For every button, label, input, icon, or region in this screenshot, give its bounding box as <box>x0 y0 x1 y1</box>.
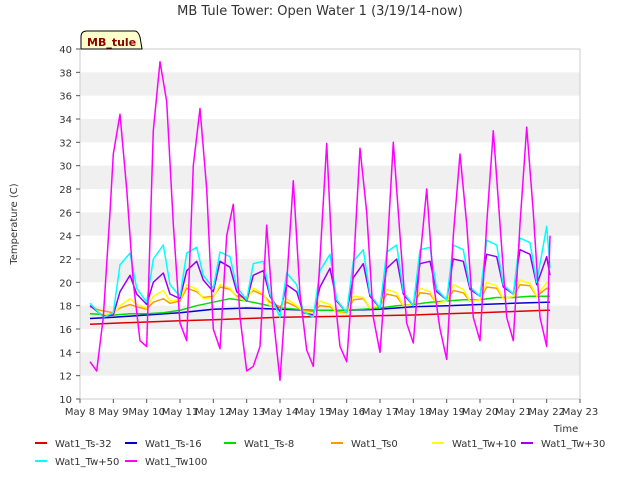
x-tick-label: May 8 <box>65 407 95 418</box>
legend-label: Wat1_Ts-8 <box>244 439 294 450</box>
y-tick-label: 40 <box>59 45 72 56</box>
y-tick-label: 30 <box>59 162 72 173</box>
x-tick-label: May 20 <box>462 407 499 418</box>
site-label: MB_tule <box>87 36 136 49</box>
legend-label: Wat1_Tw+30 <box>541 439 605 450</box>
legend-label: Wat1_Ts-16 <box>145 439 202 450</box>
y-tick-label: 16 <box>59 325 72 336</box>
x-axis-label: Time <box>553 424 578 435</box>
y-tick-label: 34 <box>59 115 72 126</box>
grid-band <box>80 72 580 96</box>
legend-label: Wat1_Ts0 <box>351 439 398 450</box>
site-label-box: MB_tule <box>80 30 143 50</box>
x-tick-label: May 18 <box>395 407 432 418</box>
x-tick-label: May 12 <box>195 407 232 418</box>
grid-band <box>80 305 580 329</box>
x-tick-label: May 11 <box>162 407 199 418</box>
y-tick-label: 38 <box>59 68 72 79</box>
y-tick-label: 22 <box>59 255 72 266</box>
y-tick-label: 26 <box>59 208 72 219</box>
x-tick-label: May 15 <box>295 407 332 418</box>
legend-label: Wat1_Ts-32 <box>55 439 112 450</box>
chart-title: MB Tule Tower: Open Water 1 (3/19/14-now… <box>177 4 463 19</box>
y-tick-label: 18 <box>59 302 72 313</box>
x-tick-label: May 14 <box>262 407 299 418</box>
y-tick-label: 10 <box>59 395 72 406</box>
y-tick-label: 28 <box>59 185 72 196</box>
x-tick-label: May 13 <box>228 407 265 418</box>
x-tick-label: May 16 <box>328 407 365 418</box>
legend-label: Wat1_Tw+50 <box>55 457 119 468</box>
y-tick-label: 36 <box>59 92 72 103</box>
x-tick-label: May 19 <box>428 407 465 418</box>
grid-band <box>80 119 580 143</box>
y-tick-label: 32 <box>59 138 72 149</box>
x-tick-label: May 9 <box>98 407 128 418</box>
y-tick-label: 12 <box>59 372 72 383</box>
y-tick-label: 14 <box>59 348 72 359</box>
x-tick-label: May 23 <box>562 407 599 418</box>
y-tick-label: 24 <box>59 232 72 243</box>
grid-band <box>80 352 580 376</box>
y-tick-label: 20 <box>59 278 72 289</box>
legend-label: Wat1_Tw100 <box>145 457 207 468</box>
legend-label: Wat1_Tw+10 <box>452 439 516 450</box>
grid-band <box>80 165 580 189</box>
x-tick-label: May 10 <box>128 407 165 418</box>
x-tick-label: May 22 <box>528 407 565 418</box>
x-tick-label: May 21 <box>495 407 532 418</box>
y-axis-label: Temperature (C) <box>9 183 20 265</box>
chart: 10121416182022242628303234363840 May 8 Ma… <box>0 0 640 480</box>
x-tick-label: May 17 <box>362 407 399 418</box>
